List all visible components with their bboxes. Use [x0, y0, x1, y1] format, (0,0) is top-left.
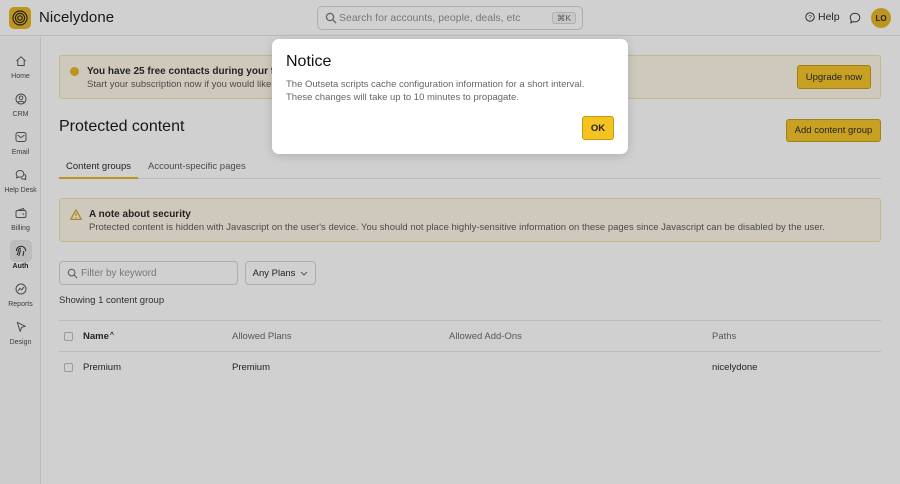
modal-backdrop[interactable]: Notice The Outseta scripts cache configu…	[0, 0, 900, 484]
dialog-body: The Outseta scripts cache configuration …	[286, 79, 585, 103]
notice-dialog: Notice The Outseta scripts cache configu…	[272, 39, 628, 154]
dialog-title: Notice	[286, 53, 332, 70]
ok-button[interactable]: OK	[582, 116, 614, 140]
